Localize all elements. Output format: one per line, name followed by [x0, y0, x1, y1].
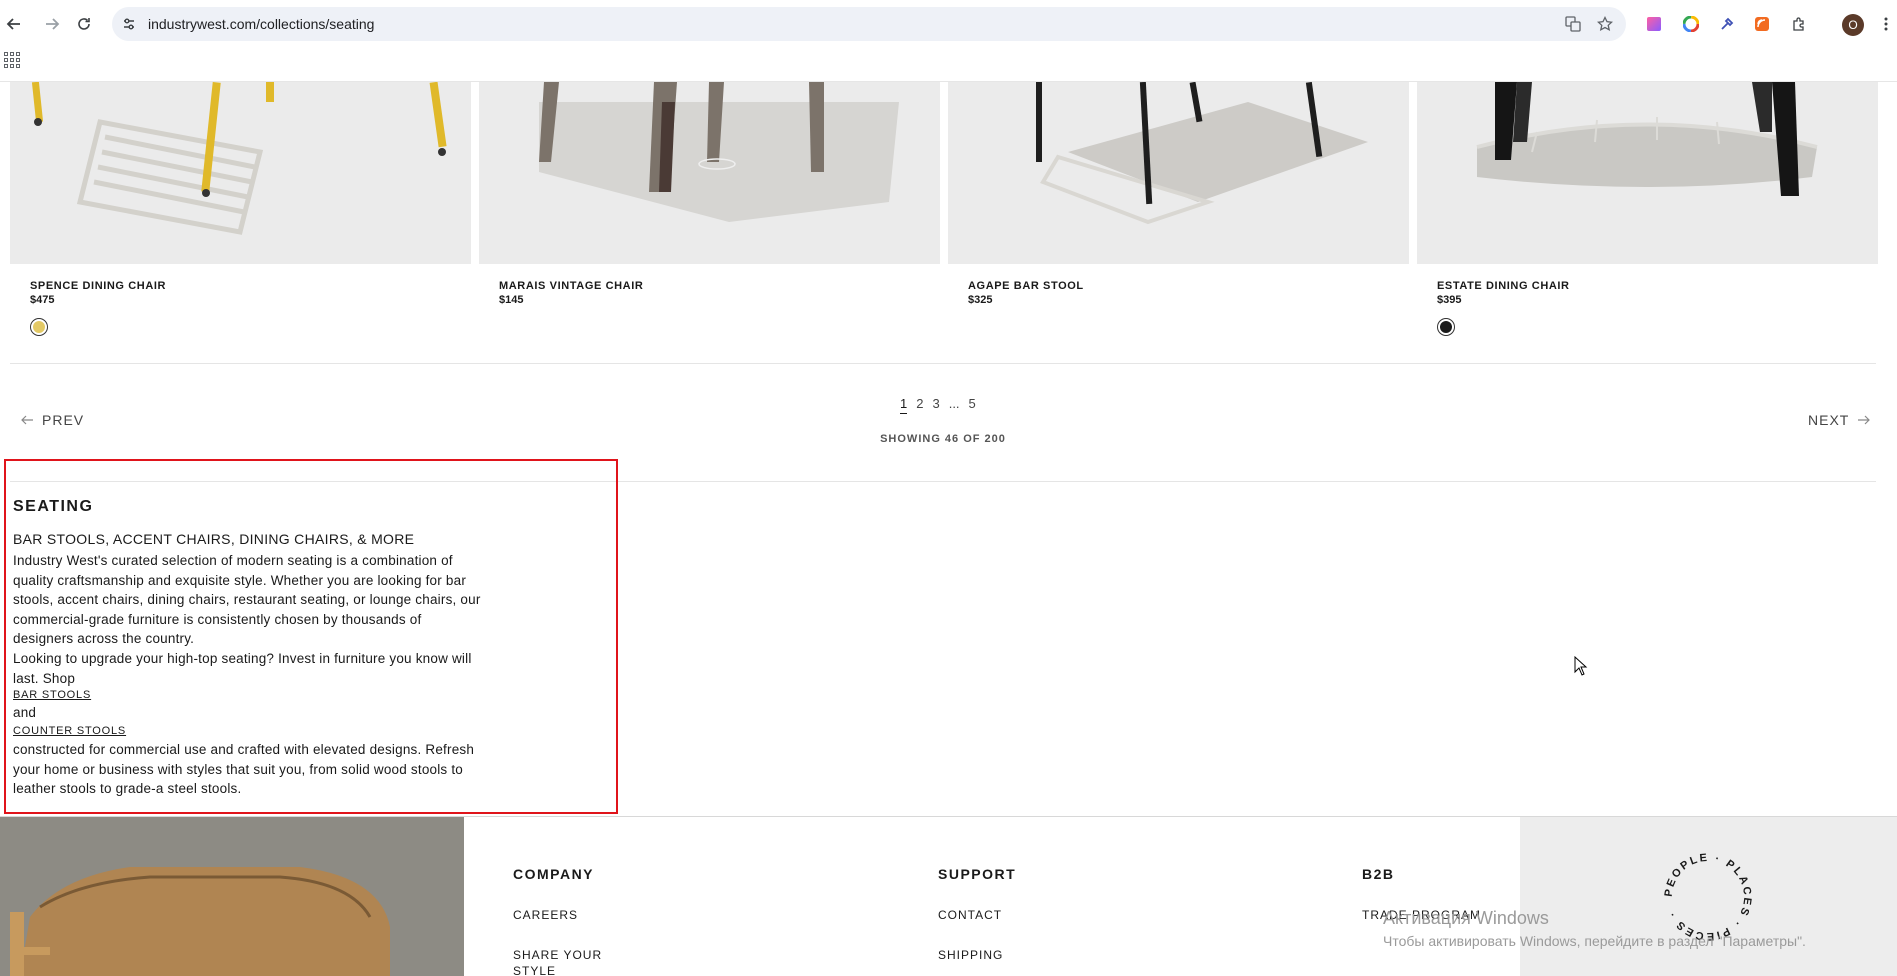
description-line: commercial-grade furniture is consistent…: [13, 611, 422, 627]
collection-title: SEATING: [13, 498, 94, 515]
description-line: leather stools to grade-a steel stools.: [13, 781, 242, 796]
bookmarks-bar: [0, 48, 1897, 82]
description-line: your home or business with styles that s…: [13, 761, 463, 777]
browser-menu-icon[interactable]: [1876, 14, 1896, 34]
footer-heading-b2b: B2B: [1362, 866, 1395, 882]
extension-orange-icon[interactable]: [1752, 14, 1772, 34]
color-swatch[interactable]: [1437, 318, 1455, 336]
next-label: NEXT: [1808, 412, 1850, 428]
profile-avatar[interactable]: O: [1842, 14, 1864, 36]
bar-stools-link[interactable]: BAR STOOLS: [13, 689, 91, 701]
footer-link-share-your-style[interactable]: SHARE YOUR STYLE: [513, 947, 623, 976]
footer-chair-photo: [0, 817, 464, 976]
footer-link-shipping[interactable]: SHIPPING: [938, 947, 1003, 963]
arrow-left-icon: [21, 415, 33, 425]
footer-link-careers[interactable]: CAREERS: [513, 907, 578, 923]
description-line: quality craftsmanship and exquisite styl…: [13, 572, 467, 588]
site-info-icon[interactable]: [120, 15, 138, 33]
description-line: and: [13, 705, 37, 720]
product-price: $325: [968, 294, 993, 306]
windows-activation-title: Активация Windows: [1383, 908, 1549, 928]
product-card[interactable]: ESTATE DINING CHAIR $395: [1417, 82, 1878, 336]
bookmark-star-icon[interactable]: [1596, 15, 1614, 33]
product-name[interactable]: AGAPE BAR STOOL: [968, 280, 1084, 292]
url-text[interactable]: industrywest.com/collections/seating: [148, 16, 374, 32]
product-name[interactable]: MARAIS VINTAGE CHAIR: [499, 280, 643, 292]
product-card[interactable]: MARAIS VINTAGE CHAIR $145: [479, 82, 940, 306]
mouse-cursor-icon: [1574, 656, 1588, 676]
extension-color-wheel-icon[interactable]: [1681, 14, 1701, 34]
description-line: stools, accent chairs, dining chairs, re…: [13, 592, 481, 607]
people-places-pieces-badge-icon: PEOPLE · PLACES · PIECES ·: [1663, 852, 1754, 942]
description-line: last. Shop: [13, 670, 76, 686]
page-numbers: 1 2 3 ... 5: [900, 396, 976, 414]
divider: [10, 363, 1876, 364]
back-arrow-icon[interactable]: [2, 12, 26, 36]
forward-arrow-icon[interactable]: [40, 12, 64, 36]
results-count: SHOWING 46 OF 200: [880, 433, 1006, 445]
reload-icon[interactable]: [72, 12, 96, 36]
prev-button[interactable]: PREV: [20, 412, 84, 428]
product-price: $395: [1437, 294, 1462, 306]
product-price: $475: [30, 294, 55, 306]
translate-icon[interactable]: [1564, 15, 1582, 33]
product-price: $145: [499, 294, 524, 306]
page-link[interactable]: 3: [932, 396, 939, 414]
page-link[interactable]: 5: [969, 396, 976, 414]
product-image[interactable]: [948, 82, 1409, 264]
arrow-right-icon: [1858, 415, 1871, 425]
footer-link-contact[interactable]: CONTACT: [938, 907, 1002, 923]
product-card[interactable]: AGAPE BAR STOOL $325: [948, 82, 1409, 306]
page-ellipsis: ...: [948, 396, 960, 411]
counter-stools-link[interactable]: COUNTER STOOLS: [13, 725, 126, 737]
address-bar[interactable]: industrywest.com/collections/seating: [112, 7, 1626, 41]
footer-heading-support: SUPPORT: [938, 866, 1017, 882]
page-link[interactable]: 2: [916, 396, 923, 414]
apps-grid-icon[interactable]: [4, 52, 20, 68]
footer-badge-panel: PEOPLE · PLACES · PIECES ·: [1520, 817, 1897, 976]
product-image[interactable]: [1417, 82, 1878, 264]
svg-text:PEOPLE · PLACES · PIECES ·: PEOPLE · PLACES · PIECES ·: [1663, 852, 1754, 942]
product-image[interactable]: [479, 82, 940, 264]
badge-text: PEOPLE · PLACES · PIECES ·: [1663, 852, 1751, 942]
product-name[interactable]: ESTATE DINING CHAIR: [1437, 280, 1570, 292]
footer-heading-company: COMPANY: [513, 866, 595, 882]
description-line: designers across the country.: [13, 631, 195, 646]
product-card[interactable]: SPENCE DINING CHAIR $475: [10, 82, 471, 336]
description-line: Looking to upgrade your high-top seating…: [13, 651, 472, 666]
product-image[interactable]: [10, 82, 471, 264]
color-swatch[interactable]: [30, 318, 48, 336]
prev-label: PREV: [42, 412, 85, 428]
windows-activation-subtitle: Чтобы активировать Windows, перейдите в …: [1383, 933, 1806, 949]
product-name[interactable]: SPENCE DINING CHAIR: [30, 280, 166, 292]
page-link[interactable]: 1: [900, 396, 908, 414]
extension-tool-icon[interactable]: [1717, 14, 1737, 34]
next-button[interactable]: NEXT: [1808, 412, 1871, 428]
extension-gradient-icon[interactable]: [1644, 14, 1664, 34]
collection-subtitle: BAR STOOLS, ACCENT CHAIRS, DINING CHAIRS…: [13, 531, 415, 547]
description-line: Industry West's curated selection of mod…: [13, 553, 453, 568]
description-line: constructed for commercial use and craft…: [13, 742, 475, 757]
browser-toolbar: industrywest.com/collections/seating O: [0, 0, 1897, 48]
extensions-puzzle-icon[interactable]: [1789, 14, 1809, 34]
